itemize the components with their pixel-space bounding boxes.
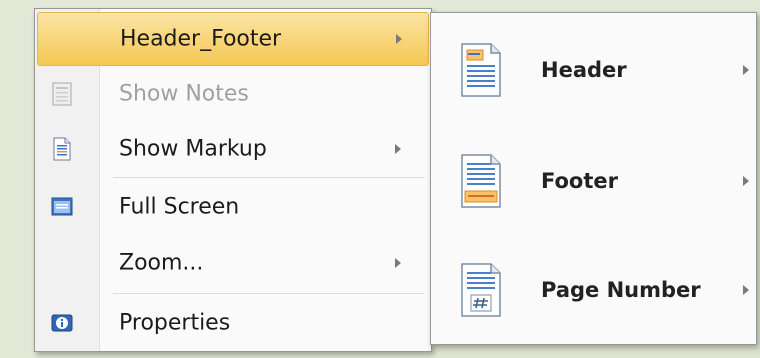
- submenu-item-label: Footer: [541, 169, 618, 193]
- menu-item-show-notes[interactable]: Show Notes: [37, 67, 429, 121]
- submenu-item-label: Page Number: [541, 278, 701, 302]
- submenu-arrow-icon: [396, 34, 402, 44]
- submenu-arrow-icon: [743, 285, 749, 295]
- footer-page-icon: [461, 154, 501, 208]
- header-footer-submenu: Header Footer Page Number: [430, 12, 757, 345]
- submenu-item-footer[interactable]: Footer: [431, 126, 756, 236]
- context-menu: Header_Footer Show Notes Show Markup Ful…: [34, 8, 432, 352]
- full-screen-icon: [51, 197, 73, 216]
- menu-item-label: Full Screen: [119, 194, 240, 220]
- submenu-arrow-icon: [395, 258, 401, 268]
- submenu-arrow-icon: [743, 65, 749, 75]
- submenu-arrow-icon: [395, 144, 401, 154]
- menu-item-full-screen[interactable]: Full Screen: [37, 180, 429, 234]
- menu-item-header-footer[interactable]: Header_Footer: [37, 12, 429, 66]
- notes-icon: [52, 82, 72, 106]
- menu-separator: [113, 293, 425, 294]
- menu-item-label: Header_Footer: [120, 26, 282, 52]
- menu-item-label: Properties: [119, 310, 231, 336]
- menu-item-properties[interactable]: Properties: [37, 296, 429, 350]
- page-number-icon: [461, 263, 501, 317]
- menu-item-show-markup[interactable]: Show Markup: [37, 122, 429, 176]
- document-markup-icon: [53, 137, 71, 161]
- menu-item-label: Show Markup: [119, 136, 267, 162]
- header-page-icon: [461, 43, 501, 97]
- submenu-item-page-number[interactable]: Page Number: [431, 235, 756, 345]
- submenu-item-header[interactable]: Header: [431, 15, 756, 125]
- menu-separator: [113, 177, 425, 178]
- desktop-background-left: [0, 0, 38, 358]
- menu-item-zoom[interactable]: Zoom...: [37, 236, 429, 290]
- submenu-item-label: Header: [541, 58, 627, 82]
- menu-item-label: Zoom...: [119, 250, 204, 276]
- submenu-arrow-icon: [743, 176, 749, 186]
- menu-item-label: Show Notes: [119, 81, 249, 107]
- info-icon: [51, 314, 73, 332]
